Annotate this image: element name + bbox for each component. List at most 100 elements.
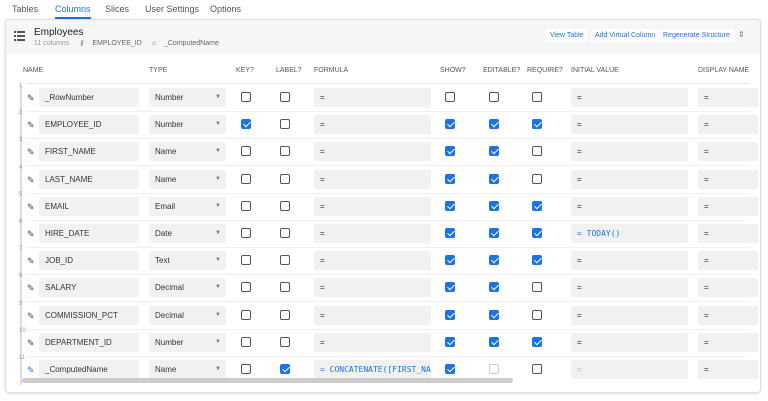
row-drag-handle[interactable] [20,167,22,195]
expand-collapse-icon[interactable]: ⇕ [738,30,745,39]
formula-input[interactable]: = CONCATENATE([FIRST_NA [314,360,431,379]
display-name-input[interactable]: = [698,360,758,379]
editable-checkbox[interactable] [489,364,499,374]
display-name-input[interactable]: = [698,305,758,325]
require-checkbox[interactable] [532,282,542,293]
column-type-select[interactable]: Number ▼ [149,115,226,135]
initial-value-input[interactable]: = TODAY() [571,224,688,243]
formula-input[interactable]: = [314,115,431,135]
editable-checkbox[interactable] [489,255,499,266]
initial-value-input[interactable]: = [571,142,688,162]
initial-value-input[interactable]: = [571,360,688,379]
horizontal-scrollbar[interactable] [22,378,513,383]
require-checkbox[interactable] [532,146,542,157]
pencil-icon[interactable]: ✎ [27,256,35,267]
label-checkbox[interactable] [280,92,290,102]
column-type-select[interactable]: Name ▼ [149,360,226,379]
formula-input[interactable]: = [314,278,431,298]
pencil-icon[interactable]: ✎ [27,365,35,376]
column-name-input[interactable]: DEPARTMENT_ID [39,332,139,352]
key-checkbox[interactable] [241,92,251,102]
show-checkbox[interactable] [445,228,455,238]
tab-options[interactable]: Options [210,4,241,14]
display-name-input[interactable]: = [698,332,758,352]
show-checkbox[interactable] [445,146,455,157]
column-type-select[interactable]: Email ▼ [149,196,226,216]
pencil-icon[interactable]: ✎ [27,338,35,349]
show-checkbox[interactable] [445,255,455,266]
row-drag-handle[interactable] [20,303,22,331]
require-checkbox[interactable] [532,173,542,184]
column-name-input[interactable]: COMMISSION_PCT [39,305,139,325]
display-name-input[interactable]: = [698,278,758,298]
tab-user-settings[interactable]: User Settings [145,4,199,14]
show-checkbox[interactable] [445,173,455,184]
formula-input[interactable]: = [314,251,431,271]
column-type-select[interactable]: Decimal ▼ [149,278,226,298]
row-drag-handle[interactable] [20,194,22,222]
key-checkbox[interactable] [241,200,251,211]
show-checkbox[interactable] [445,364,455,374]
column-name-input[interactable]: SALARY [39,278,139,298]
initial-value-input[interactable]: = [571,88,688,107]
column-type-select[interactable]: Name ▼ [149,169,226,189]
display-name-input[interactable]: = [698,115,758,135]
initial-value-input[interactable]: = [571,169,688,189]
column-name-input[interactable]: FIRST_NAME [39,142,139,162]
label-checkbox[interactable] [280,146,290,157]
initial-value-input[interactable]: = [571,196,688,216]
regenerate-structure-button[interactable]: Regenerate Structure [659,29,734,42]
display-name-input[interactable]: = [698,88,758,107]
require-checkbox[interactable] [532,92,542,102]
display-name-input[interactable]: = [698,169,758,189]
key-checkbox[interactable] [241,309,251,320]
label-checkbox[interactable] [280,282,290,293]
column-name-input[interactable]: EMPLOYEE_ID [39,115,139,135]
label-checkbox[interactable] [280,336,290,347]
editable-checkbox[interactable] [489,228,499,238]
formula-input[interactable]: = [314,332,431,352]
require-checkbox[interactable] [532,200,542,211]
column-name-input[interactable]: LAST_NAME [39,169,139,189]
require-checkbox[interactable] [532,255,542,266]
show-checkbox[interactable] [445,282,455,293]
pencil-icon[interactable]: ✎ [27,175,35,186]
row-drag-handle[interactable] [20,222,22,249]
formula-input[interactable]: = [314,224,431,243]
initial-value-input[interactable]: = [571,332,688,352]
editable-checkbox[interactable] [489,282,499,293]
require-checkbox[interactable] [532,336,542,347]
label-checkbox[interactable] [280,173,290,184]
row-drag-handle[interactable] [20,249,22,277]
column-type-select[interactable]: Decimal ▼ [149,305,226,325]
display-name-input[interactable]: = [698,142,758,162]
formula-input[interactable]: = [314,169,431,189]
key-checkbox[interactable] [241,173,251,184]
column-type-select[interactable]: Number ▼ [149,332,226,352]
show-checkbox[interactable] [445,119,455,130]
row-drag-handle[interactable] [20,330,22,358]
view-table-button[interactable]: View Table [546,29,588,42]
tab-tables[interactable]: Tables [12,4,38,14]
key-checkbox[interactable] [241,146,251,157]
require-checkbox[interactable] [532,309,542,320]
row-drag-handle[interactable] [20,140,22,168]
label-checkbox[interactable] [280,255,290,266]
require-checkbox[interactable] [532,228,542,238]
display-name-input[interactable]: = [698,196,758,216]
editable-checkbox[interactable] [489,146,499,157]
pencil-icon[interactable]: ✎ [27,283,35,294]
column-name-input[interactable]: _RowNumber [39,88,139,107]
require-checkbox[interactable] [532,364,542,374]
add-virtual-column-button[interactable]: Add Virtual Column [591,29,660,42]
display-name-input[interactable]: = [698,251,758,271]
tab-slices[interactable]: Slices [105,4,129,14]
column-type-select[interactable]: Name ▼ [149,142,226,162]
row-drag-handle[interactable] [20,86,22,113]
key-checkbox[interactable] [241,282,251,293]
column-name-input[interactable]: _ComputedName [39,360,139,379]
editable-checkbox[interactable] [489,336,499,347]
label-checkbox[interactable] [280,200,290,211]
initial-value-input[interactable]: = [571,278,688,298]
initial-value-input[interactable]: = [571,115,688,135]
